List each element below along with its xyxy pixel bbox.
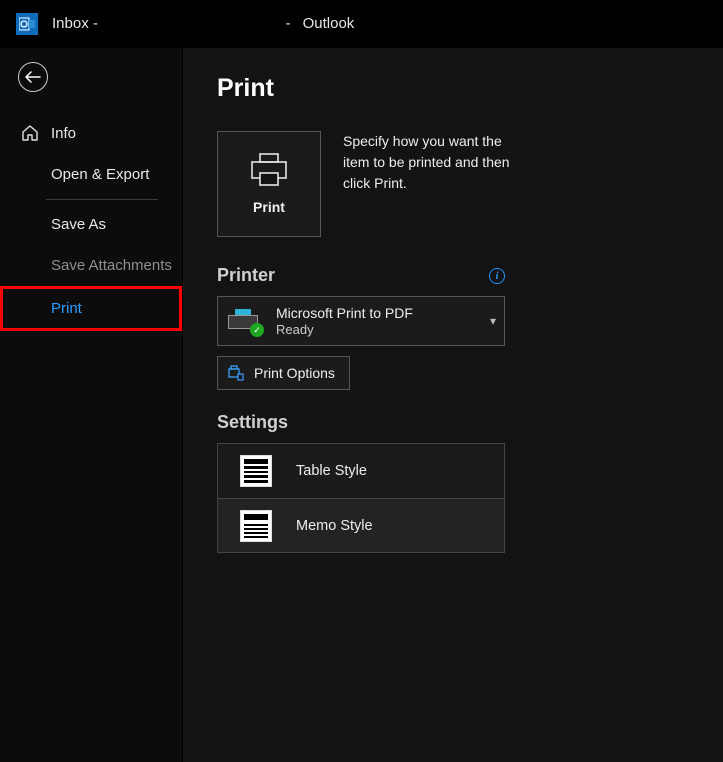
- printer-info-icon[interactable]: i: [489, 268, 505, 284]
- printer-dropdown[interactable]: ✓ Microsoft Print to PDF Ready ▾: [217, 296, 505, 346]
- sidebar-label-save-as: Save As: [51, 216, 106, 233]
- style-table-label: Table Style: [296, 463, 367, 479]
- settings-heading: Settings: [217, 412, 505, 433]
- chevron-down-icon: ▾: [490, 314, 496, 328]
- backstage-sidebar: Info Open & Export Save As Save Attachme…: [0, 48, 182, 762]
- printer-icon: [249, 153, 289, 187]
- sidebar-item-open-export[interactable]: Open & Export: [0, 154, 182, 195]
- back-button[interactable]: [18, 62, 48, 92]
- sidebar-item-info[interactable]: Info: [0, 112, 182, 154]
- arrow-left-icon: [25, 71, 41, 83]
- sidebar-label-print: Print: [51, 300, 82, 317]
- home-icon: [21, 124, 39, 142]
- print-description: Specify how you want the item to be prin…: [343, 131, 519, 194]
- sidebar-label-info: Info: [51, 125, 76, 142]
- print-button[interactable]: Print: [217, 131, 321, 237]
- print-options-button[interactable]: Print Options: [217, 356, 350, 390]
- outlook-glyph-icon: [19, 16, 35, 32]
- sidebar-divider: [46, 199, 158, 200]
- outlook-app-icon: [16, 13, 38, 35]
- selected-printer-status: Ready: [276, 322, 413, 337]
- main-panel: Print Print Specify how you want the ite…: [182, 48, 723, 762]
- sidebar-label-open-export: Open & Export: [51, 166, 149, 183]
- printer-heading-row: Printer i: [217, 265, 505, 286]
- sidebar-item-save-attachments: Save Attachments: [0, 245, 182, 286]
- printer-heading: Printer: [217, 265, 275, 286]
- style-memo[interactable]: Memo Style: [218, 498, 504, 552]
- print-button-label: Print: [253, 199, 285, 215]
- page-title: Print: [217, 74, 723, 103]
- style-memo-label: Memo Style: [296, 518, 373, 534]
- title-bar: Inbox - - Outlook: [0, 0, 723, 48]
- sidebar-item-save-as[interactable]: Save As: [0, 204, 182, 245]
- style-table[interactable]: Table Style: [218, 444, 504, 498]
- sidebar-item-print[interactable]: Print: [0, 286, 182, 331]
- print-style-list: Table Style Memo Style: [217, 443, 505, 553]
- memo-style-icon: [240, 510, 272, 542]
- print-options-label: Print Options: [254, 365, 335, 381]
- table-style-icon: [240, 455, 272, 487]
- window-title: Inbox - - Outlook: [52, 15, 354, 33]
- redacted-account: [102, 15, 282, 33]
- selected-printer-name: Microsoft Print to PDF: [276, 305, 413, 321]
- sidebar-label-save-attachments: Save Attachments: [51, 257, 172, 274]
- print-options-icon: [228, 365, 244, 381]
- status-ok-icon: ✓: [250, 323, 264, 337]
- printer-device-icon: ✓: [228, 309, 260, 333]
